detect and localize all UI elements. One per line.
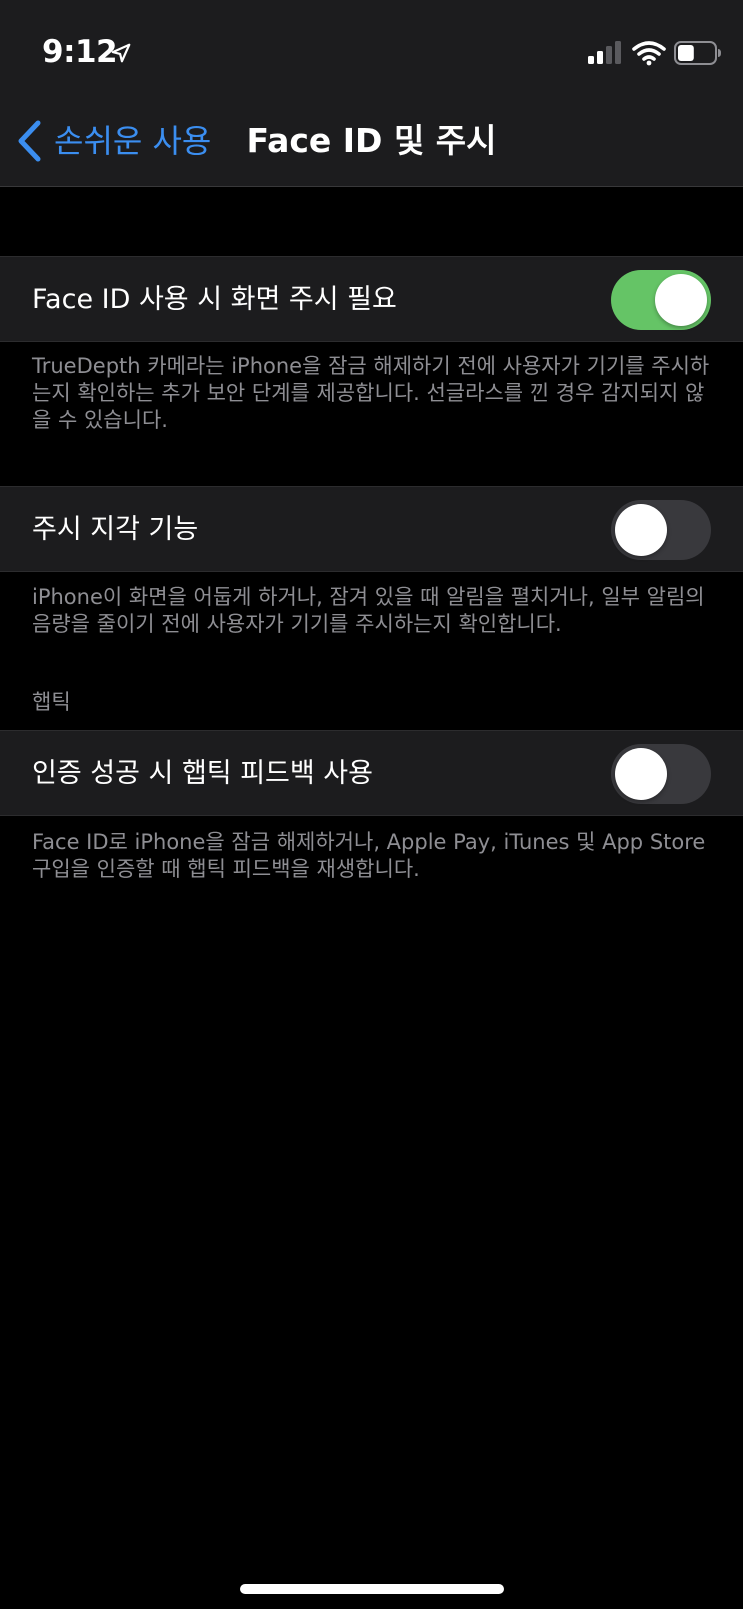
cellular-signal-icon [588, 41, 621, 64]
require-attention-cell: Face ID 사용 시 화면 주시 필요 [0, 256, 743, 342]
home-indicator [240, 1584, 504, 1594]
navigation-bar: 손쉬운 사용 Face ID 및 주시 [0, 96, 743, 187]
status-time: 9:12 [42, 34, 118, 70]
attention-aware-label: 주시 지각 기능 [32, 514, 199, 545]
toggle-knob [615, 504, 667, 556]
require-attention-footer: TrueDepth 카메라는 iPhone을 잠금 해제하기 전에 사용자가 기… [32, 354, 710, 432]
haptic-feedback-cell: 인증 성공 시 햅틱 피드백 사용 [0, 730, 743, 816]
page-title: Face ID 및 주시 [246, 121, 497, 160]
attention-aware-footer: iPhone이 화면을 어둡게 하거나, 잠겨 있을 때 알림을 펼치거나, 일… [32, 585, 705, 636]
require-attention-label: Face ID 사용 시 화면 주시 필요 [32, 284, 397, 315]
haptics-section-header: 햅틱 [32, 690, 71, 714]
battery-icon [674, 41, 721, 65]
toggle-knob [615, 748, 667, 800]
haptic-feedback-toggle[interactable] [611, 744, 711, 804]
location-arrow-icon [111, 43, 131, 63]
haptic-feedback-label: 인증 성공 시 햅틱 피드백 사용 [32, 758, 373, 789]
toggle-knob [655, 274, 707, 326]
attention-aware-toggle[interactable] [611, 500, 711, 560]
status-bar: 9:12 [0, 0, 743, 96]
haptic-feedback-footer: Face ID로 iPhone을 잠금 해제하거나, Apple Pay, iT… [32, 830, 706, 881]
require-attention-toggle[interactable] [611, 270, 711, 330]
attention-aware-cell: 주시 지각 기능 [0, 486, 743, 572]
wifi-icon [632, 41, 666, 66]
